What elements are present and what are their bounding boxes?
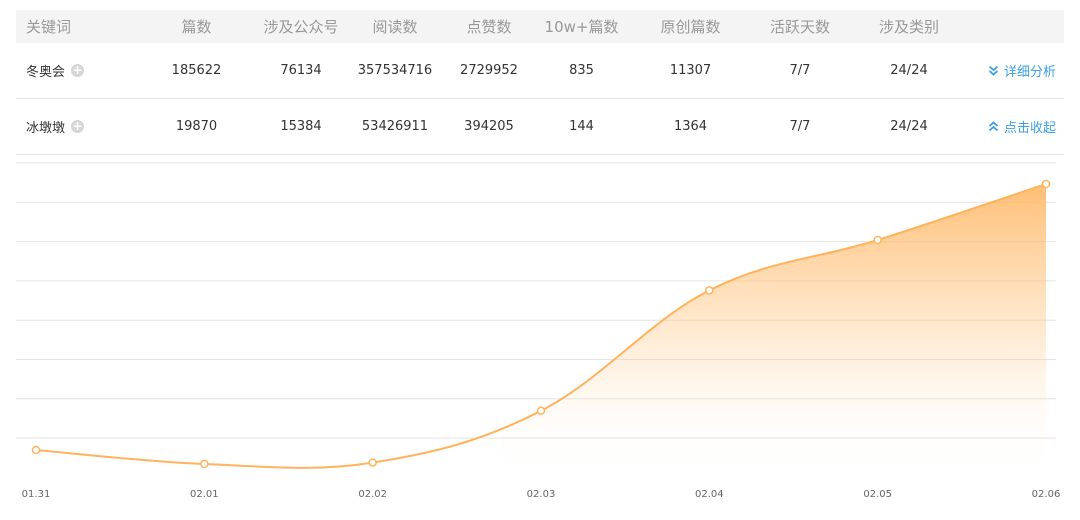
area-fill bbox=[501, 184, 1046, 478]
header-keyword: 关键词 bbox=[26, 18, 72, 36]
keyword-label: 冬奥会 bbox=[26, 65, 66, 80]
keyword-table: 关键词 篇数 涉及公众号 阅读数 点赞数 10w+篇数 原创篇数 活跃天数 涉及… bbox=[16, 10, 1064, 155]
x-tick-label: 02.02 bbox=[358, 489, 387, 500]
detail-analysis-link[interactable]: 详细分析 bbox=[988, 61, 1056, 80]
header-10w-articles: 10w+篇数 bbox=[544, 18, 619, 36]
plus-icon[interactable]: + bbox=[71, 64, 85, 77]
detail-analysis-label: 详细分析 bbox=[1003, 65, 1056, 80]
data-point[interactable] bbox=[368, 458, 377, 467]
x-tick-label: 02.05 bbox=[863, 489, 892, 500]
double-chevron-up-icon bbox=[988, 121, 999, 132]
keyword-cell: 冰墩墩 + bbox=[16, 117, 136, 136]
header-categories: 涉及类别 bbox=[878, 18, 939, 36]
original-cell: 11307 bbox=[669, 63, 712, 78]
categories-cell: 24/24 bbox=[890, 63, 928, 78]
data-point[interactable] bbox=[31, 445, 41, 455]
x-tick-label: 02.03 bbox=[527, 489, 556, 500]
likes-cell: 2729952 bbox=[460, 63, 518, 78]
articles-cell: 19870 bbox=[175, 119, 218, 134]
data-point[interactable] bbox=[536, 406, 546, 416]
table-row: 冰墩墩 + 19870 15384 53426911 394205 144 13… bbox=[16, 99, 1064, 155]
header-reads: 阅读数 bbox=[372, 18, 418, 36]
collapse-label: 点击收起 bbox=[1003, 121, 1056, 136]
action-cell: 点击收起 bbox=[969, 117, 1064, 136]
x-tick-label: 02.01 bbox=[190, 489, 219, 500]
header-accounts: 涉及公众号 bbox=[263, 18, 339, 36]
original-cell: 1364 bbox=[673, 119, 708, 134]
trend-area-chart: 01.31 02.01 02.02 02.03 02.04 02.05 02.06 bbox=[16, 162, 1061, 500]
header-articles: 篇数 bbox=[181, 18, 212, 36]
categories-cell: 24/24 bbox=[890, 119, 928, 134]
10w-articles-cell: 144 bbox=[569, 119, 594, 134]
collapse-link[interactable]: 点击收起 bbox=[988, 117, 1056, 136]
data-point[interactable] bbox=[1041, 179, 1051, 189]
header-likes: 点赞数 bbox=[466, 18, 512, 36]
double-chevron-down-icon bbox=[988, 65, 999, 76]
data-point[interactable] bbox=[200, 459, 209, 469]
likes-cell: 394205 bbox=[464, 119, 514, 134]
table-header: 关键词 篇数 涉及公众号 阅读数 点赞数 10w+篇数 原创篇数 活跃天数 涉及… bbox=[16, 10, 1064, 43]
x-tick-label: 02.04 bbox=[695, 489, 724, 500]
x-tick-label: 02.06 bbox=[1032, 489, 1061, 500]
active-days-cell: 7/7 bbox=[789, 63, 811, 78]
accounts-cell: 76134 bbox=[280, 63, 322, 78]
plus-icon[interactable]: + bbox=[71, 120, 85, 133]
data-point[interactable] bbox=[705, 286, 714, 295]
table-row: 冬奥会 + 185622 76134 357534716 2729952 835… bbox=[16, 43, 1064, 99]
keyword-label: 冰墩墩 bbox=[26, 121, 66, 136]
keyword-cell: 冬奥会 + bbox=[16, 61, 136, 80]
data-point[interactable] bbox=[873, 235, 882, 245]
reads-cell: 53426911 bbox=[361, 119, 429, 134]
10w-articles-cell: 835 bbox=[569, 63, 594, 78]
active-days-cell: 7/7 bbox=[789, 119, 811, 134]
header-active-days: 活跃天数 bbox=[769, 18, 830, 36]
header-original: 原创篇数 bbox=[660, 18, 721, 36]
accounts-cell: 15384 bbox=[280, 119, 322, 134]
x-tick-label: 01.31 bbox=[22, 489, 51, 500]
action-cell: 详细分析 bbox=[969, 61, 1064, 80]
reads-cell: 357534716 bbox=[357, 63, 433, 78]
articles-cell: 185622 bbox=[171, 63, 222, 78]
